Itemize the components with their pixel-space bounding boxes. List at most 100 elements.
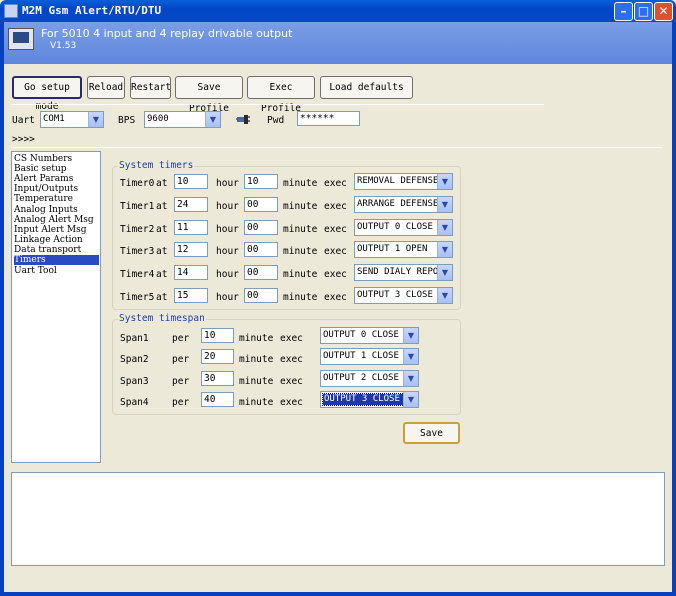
timer2-action-select[interactable]: OUTPUT 0 CLOSE ▼ bbox=[354, 219, 453, 236]
span2-action-value: OUTPUT 1 CLOSE bbox=[323, 351, 399, 361]
window-title: M2M Gsm Alert/RTU/DTU bbox=[22, 4, 162, 17]
save-profile-button[interactable]: Save Profile bbox=[175, 76, 243, 114]
reload-button[interactable]: Reload bbox=[87, 76, 125, 99]
span1-value-input[interactable]: 10 bbox=[201, 328, 234, 343]
chevron-down-icon[interactable]: ▼ bbox=[403, 349, 418, 364]
span1-action-select[interactable]: OUTPUT 0 CLOSE ▼ bbox=[320, 327, 419, 344]
exec-label: exec bbox=[324, 292, 347, 303]
exec-label: exec bbox=[280, 333, 303, 344]
hour-label: hour bbox=[216, 269, 239, 280]
timer4-minute-input[interactable]: 00 bbox=[244, 265, 278, 280]
title-bar[interactable]: M2M Gsm Alert/RTU/DTU – □ ✕ bbox=[0, 0, 676, 22]
chevron-down-icon[interactable]: ▼ bbox=[437, 288, 452, 303]
log-output-area[interactable] bbox=[11, 472, 665, 566]
exec-label: exec bbox=[280, 376, 303, 387]
divider bbox=[11, 104, 544, 105]
connection-icon[interactable] bbox=[236, 112, 250, 125]
timer5-minute-input[interactable]: 00 bbox=[244, 288, 278, 303]
chevron-down-icon[interactable]: ▼ bbox=[403, 328, 418, 343]
menu-item-data-transport[interactable]: Data transport bbox=[14, 245, 99, 255]
menu-item-analog-inputs[interactable]: Analog Inputs bbox=[14, 205, 99, 215]
span2-value-input[interactable]: 20 bbox=[201, 349, 234, 364]
span1-action-value: OUTPUT 0 CLOSE bbox=[323, 330, 399, 340]
at-label: at bbox=[156, 178, 168, 189]
window-border-right bbox=[672, 22, 676, 596]
hour-label: hour bbox=[216, 246, 239, 257]
chevron-down-icon[interactable]: ▼ bbox=[403, 392, 418, 407]
timer0-hour-input[interactable]: 10 bbox=[174, 174, 208, 189]
timer4-hour-input[interactable]: 14 bbox=[174, 265, 208, 280]
chevron-down-icon[interactable]: ▼ bbox=[437, 174, 452, 189]
maximize-icon[interactable]: □ bbox=[634, 2, 653, 21]
span3-value-input[interactable]: 30 bbox=[201, 371, 234, 386]
bps-select[interactable]: 9600 ▼ bbox=[144, 111, 221, 128]
span1-label: Span1 bbox=[120, 333, 149, 344]
menu-item-temperature[interactable]: Temperature bbox=[14, 194, 99, 204]
uart-select[interactable]: COM1 ▼ bbox=[40, 111, 104, 128]
chevron-down-icon[interactable]: ▼ bbox=[403, 371, 418, 386]
minute-label: minute bbox=[239, 333, 274, 344]
exec-profile-button[interactable]: Exec Profile bbox=[247, 76, 315, 114]
menu-item-input-outputs[interactable]: Input/Outputs bbox=[14, 184, 99, 194]
timer5-action-select[interactable]: OUTPUT 3 CLOSE : ▼ bbox=[354, 287, 453, 304]
menu-item-cs-numbers[interactable]: CS Numbers bbox=[14, 154, 99, 164]
uart-label: Uart bbox=[12, 115, 35, 126]
restart-button[interactable]: Restart bbox=[130, 76, 171, 99]
timer3-hour-input[interactable]: 12 bbox=[174, 242, 208, 257]
menu-item-analog-alert-msg[interactable]: Analog Alert Msg bbox=[14, 215, 99, 225]
span3-action-value: OUTPUT 2 CLOSE : bbox=[323, 373, 410, 383]
at-label: at bbox=[156, 292, 168, 303]
minute-label: minute bbox=[283, 246, 318, 257]
timer4-action-value: SEND DIALY REPOI bbox=[357, 267, 444, 277]
timer0-minute-input[interactable]: 10 bbox=[244, 174, 278, 189]
chevron-down-icon[interactable]: ▼ bbox=[88, 112, 103, 127]
hour-label: hour bbox=[216, 292, 239, 303]
minute-label: minute bbox=[283, 224, 318, 235]
system-timers-label: System timers bbox=[118, 160, 195, 171]
timer5-hour-input[interactable]: 15 bbox=[174, 288, 208, 303]
menu-item-uart-tool[interactable]: Uart Tool bbox=[14, 266, 99, 276]
chevron-down-icon[interactable]: ▼ bbox=[205, 112, 220, 127]
at-label: at bbox=[156, 246, 168, 257]
close-icon[interactable]: ✕ bbox=[654, 2, 673, 21]
timer1-hour-input[interactable]: 24 bbox=[174, 197, 208, 212]
menu-item-input-alert-msg[interactable]: Input Alert Msg bbox=[14, 225, 99, 235]
menu-item-alert-params[interactable]: Alert Params bbox=[14, 174, 99, 184]
chevron-down-icon[interactable]: ▼ bbox=[437, 197, 452, 212]
password-field[interactable]: ****** bbox=[297, 111, 360, 126]
menu-item-timers[interactable]: Timers bbox=[14, 255, 99, 265]
bps-label: BPS bbox=[118, 115, 136, 126]
chevron-down-icon[interactable]: ▼ bbox=[437, 220, 452, 235]
system-timespan-label: System timespan bbox=[118, 313, 206, 324]
timer1-action-select[interactable]: ARRANGE DEFENSE ▼ bbox=[354, 196, 453, 213]
timer3-minute-input[interactable]: 00 bbox=[244, 242, 278, 257]
settings-menu-list[interactable]: CS Numbers Basic setup Alert Params Inpu… bbox=[11, 151, 101, 463]
span3-label: Span3 bbox=[120, 376, 149, 387]
chevron-down-icon[interactable]: ▼ bbox=[437, 265, 452, 280]
uart-value: COM1 bbox=[43, 114, 65, 124]
timer3-action-select[interactable]: OUTPUT 1 OPEN ▼ bbox=[354, 241, 453, 258]
span4-value-input[interactable]: 40 bbox=[201, 392, 234, 407]
menu-item-linkage-action[interactable]: Linkage Action bbox=[14, 235, 99, 245]
timer1-minute-input[interactable]: 00 bbox=[244, 197, 278, 212]
expand-arrows[interactable]: >>>> bbox=[12, 134, 35, 145]
timer0-action-select[interactable]: REMOVAL DEFENSE ▼ bbox=[354, 173, 453, 190]
span2-action-select[interactable]: OUTPUT 1 CLOSE ▼ bbox=[320, 348, 419, 365]
header-version: V1.53 bbox=[50, 41, 77, 51]
span4-action-select[interactable]: OUTPUT 3 CLOSE : ▼ bbox=[320, 391, 419, 408]
menu-item-basic-setup[interactable]: Basic setup bbox=[14, 164, 99, 174]
chevron-down-icon[interactable]: ▼ bbox=[437, 242, 452, 257]
save-button[interactable]: Save bbox=[403, 422, 460, 444]
per-label: per bbox=[172, 397, 190, 408]
span3-action-select[interactable]: OUTPUT 2 CLOSE : ▼ bbox=[320, 370, 419, 387]
exec-label: exec bbox=[324, 201, 347, 212]
timer2-action-value: OUTPUT 0 CLOSE bbox=[357, 222, 433, 232]
timer2-hour-input[interactable]: 11 bbox=[174, 220, 208, 235]
bps-value: 9600 bbox=[147, 114, 169, 124]
load-defaults-button[interactable]: Load defaults bbox=[320, 76, 413, 99]
go-setup-mode-button[interactable]: Go setup mode bbox=[12, 76, 82, 112]
minimize-icon[interactable]: – bbox=[614, 2, 633, 21]
timer2-minute-input[interactable]: 00 bbox=[244, 220, 278, 235]
timer2-label: Timer2 bbox=[120, 224, 155, 235]
timer4-action-select[interactable]: SEND DIALY REPOI ▼ bbox=[354, 264, 453, 281]
